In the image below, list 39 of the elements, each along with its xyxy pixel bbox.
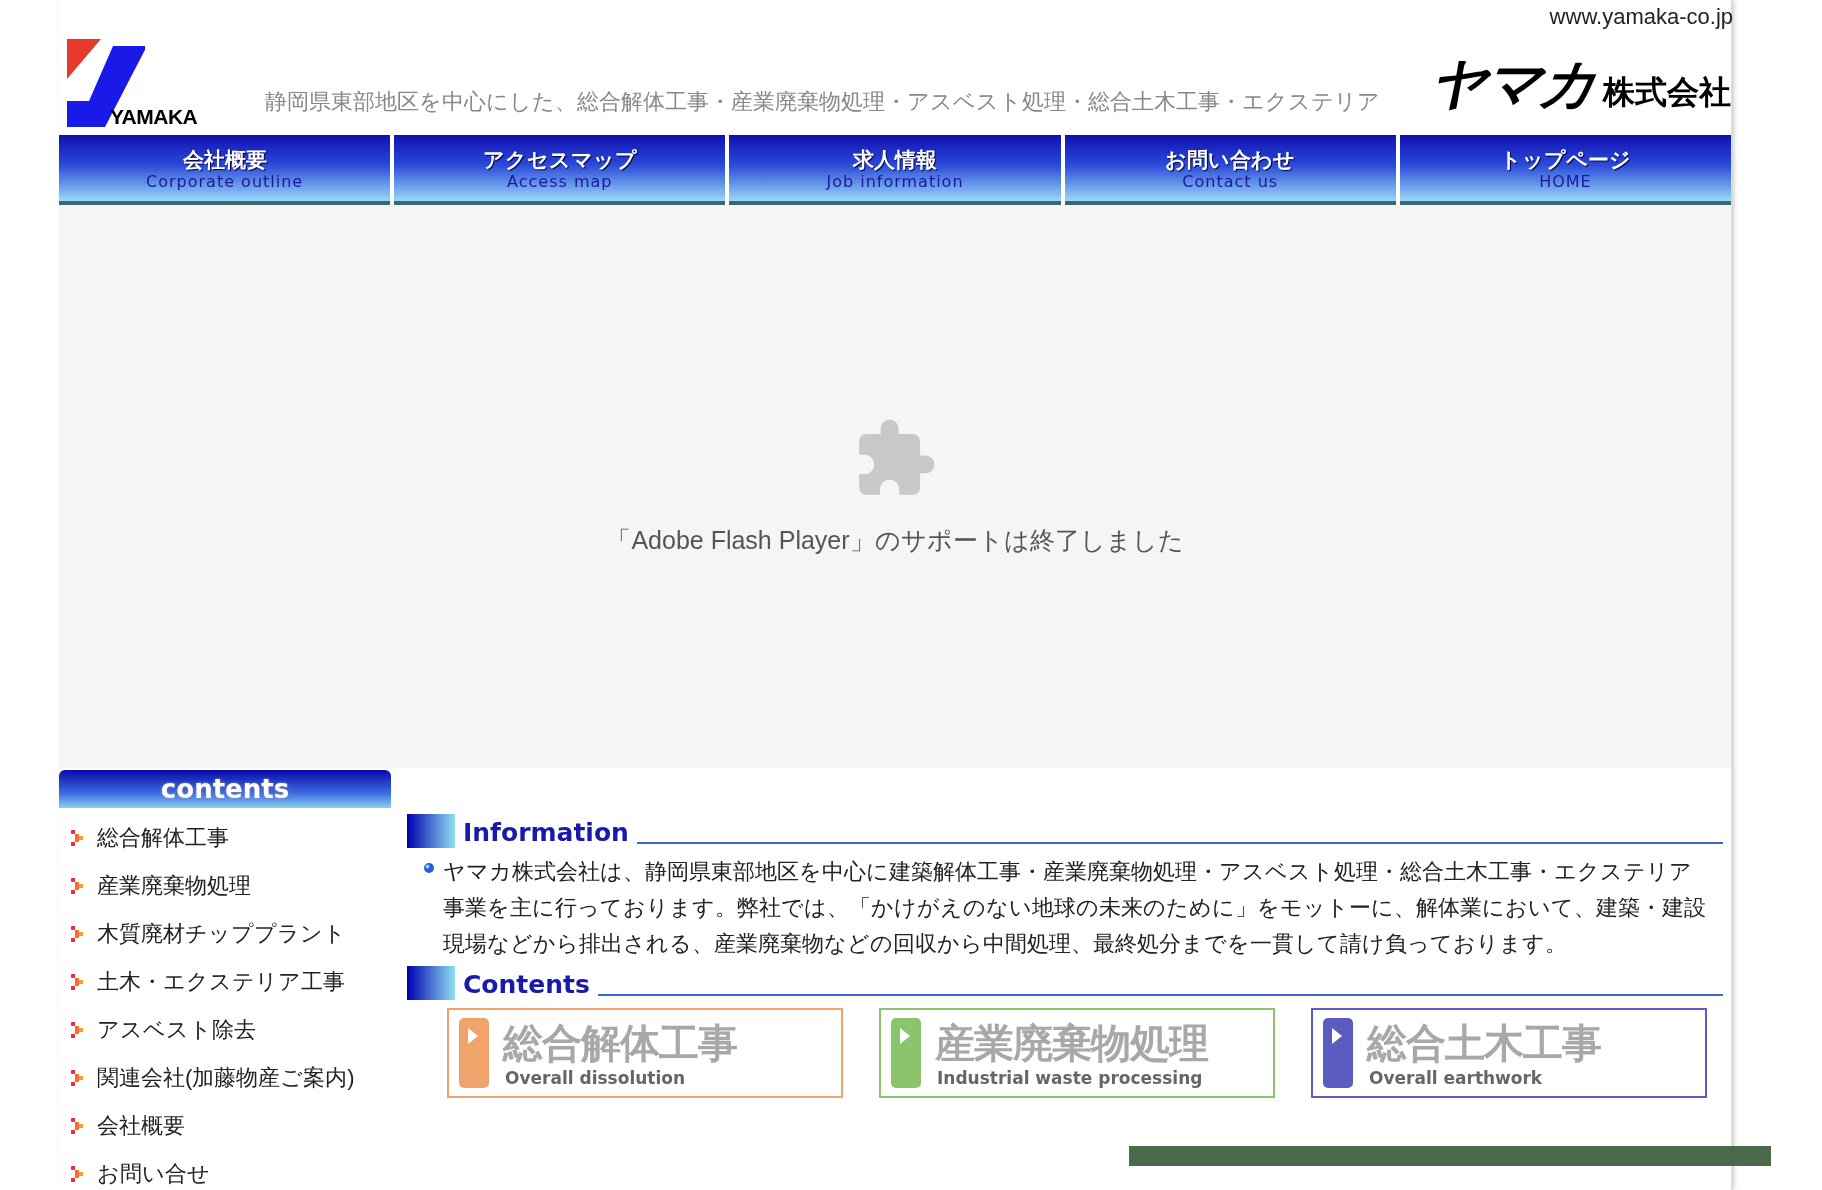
bullet-icon [71,974,83,990]
heading-marker-icon [407,814,455,848]
bullet-icon [71,1118,83,1134]
sidebar-heading: contents [59,770,391,808]
bullet-icon [71,1166,83,1182]
bullet-icon [71,1070,83,1086]
site-url: www.yamaka-co.jp [1549,4,1733,30]
nav-tab[interactable]: 求人情報 Job information [729,135,1061,205]
heading-marker-icon [407,966,455,1000]
company-logo[interactable]: YAMAKA [65,39,235,129]
sidebar-link[interactable]: 関連会社(加藤物産ご案内) [97,1063,355,1093]
company-name-logo: ヤマカ株式会社 [1430,50,1731,118]
sidebar-link[interactable]: 総合解体工事 [97,823,229,853]
bullet-icon [71,926,83,942]
nav-tab[interactable]: アクセスマップ Access map [394,135,726,205]
bullet-icon [71,878,83,894]
company-description: ヤマカ株式会社は、静岡県東部地区を中心に建築解体工事・産業廃棄物処理・アスベスト処理・総合土木工事・エクステリア事業を主に行っております。弊社では、「かけがえのない地球の未来のために」をモットーに、解体業において、建築・建設現場などから排出される、産業廃棄物などの回収から中間処理、最終処分までを一貫して請け負っております。 [443,858,1707,958]
section-heading: Information [463,818,629,848]
sidebar-link[interactable]: 木質廃材チッププラント [97,919,346,949]
nav-tab[interactable]: 会社概要 Corporate outline [59,135,391,205]
bullet-icon [423,862,435,874]
tagline: 静岡県東部地区を中心にした、総合解体工事・産業廃棄物処理・アスベスト処理・総合土木工事・エクステリア [264,88,1381,116]
bullet-icon [71,1022,83,1038]
service-banner[interactable]: 総合解体工事 Overall dissolution [447,1008,843,1098]
section-heading: Contents [463,970,590,1000]
play-tab-icon [1323,1018,1353,1088]
sidebar-link[interactable]: 会社概要 [97,1111,185,1141]
sidebar-link[interactable]: お問い合せ [97,1159,210,1189]
plugin-unsupported-message: 「Adobe Flash Player」のサポートは終了しました [606,525,1184,556]
nav-tab[interactable]: お問い合わせ Contact us [1064,135,1396,205]
bullet-icon [71,830,83,846]
play-tab-icon [459,1018,489,1088]
sidebar-link[interactable]: 産業廃棄物処理 [97,871,251,901]
sidebar-link[interactable]: 土木・エクステリア工事 [97,967,345,997]
sidebar-link[interactable]: アスベスト除去 [97,1015,256,1045]
service-banner[interactable]: 産業廃棄物処理 Industrial waste processing [879,1008,1275,1098]
nav-tab[interactable]: トップページ HOME [1399,135,1731,205]
play-tab-icon [891,1018,921,1088]
service-banner[interactable]: 総合土木工事 Overall earthwork [1311,1008,1707,1098]
